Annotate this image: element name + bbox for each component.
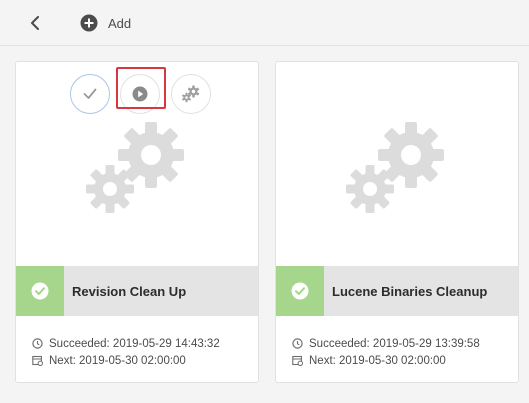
- run-button[interactable]: [120, 74, 160, 114]
- add-button[interactable]: Add: [80, 11, 131, 35]
- status-indicator: [276, 266, 324, 316]
- next-text: Next: 2019-05-30 02:00:00: [49, 354, 186, 367]
- succeeded-row: Succeeded: 2019-05-29 13:39:58: [292, 335, 480, 352]
- next-row: Next: 2019-05-30 02:00:00: [32, 352, 220, 369]
- success-check-icon: [291, 282, 309, 300]
- plus-circle-icon: [80, 14, 98, 32]
- maintenance-card[interactable]: Lucene Binaries Cleanup Succeeded: 2019-…: [275, 61, 519, 383]
- configure-button[interactable]: [171, 74, 211, 114]
- gears-icon: [181, 85, 200, 103]
- card-title: Lucene Binaries Cleanup: [332, 283, 488, 299]
- play-icon: [132, 86, 148, 102]
- top-toolbar: Add: [0, 0, 529, 46]
- gears-icon: [86, 122, 184, 213]
- chevron-left-icon: [31, 16, 39, 30]
- succeeded-row: Succeeded: 2019-05-29 14:43:32: [32, 335, 220, 352]
- next-row: Next: 2019-05-30 02:00:00: [292, 352, 480, 369]
- calendar-clock-icon: [32, 355, 43, 366]
- card-title-bar[interactable]: Lucene Binaries Cleanup: [276, 266, 518, 316]
- success-check-icon: [31, 282, 49, 300]
- calendar-clock-icon: [292, 355, 303, 366]
- checkmark-icon: [83, 88, 97, 99]
- succeeded-text: Succeeded: 2019-05-29 13:39:58: [309, 337, 480, 350]
- clock-check-icon: [32, 338, 43, 349]
- add-label: Add: [108, 15, 132, 31]
- card-title: Revision Clean Up: [72, 283, 187, 299]
- card-meta: Succeeded: 2019-05-29 13:39:58 Next: 201…: [292, 335, 480, 369]
- clock-check-icon: [292, 338, 303, 349]
- gears-icon: [346, 122, 444, 213]
- select-button[interactable]: [70, 74, 110, 114]
- quick-actions: [70, 68, 216, 114]
- card-meta: Succeeded: 2019-05-29 14:43:32 Next: 201…: [32, 335, 220, 369]
- back-button[interactable]: [24, 11, 48, 35]
- next-text: Next: 2019-05-30 02:00:00: [309, 354, 446, 367]
- status-indicator: [16, 266, 64, 316]
- succeeded-text: Succeeded: 2019-05-29 14:43:32: [49, 337, 220, 350]
- card-title-bar[interactable]: Revision Clean Up: [16, 266, 258, 316]
- maintenance-card[interactable]: Revision Clean Up Succeeded: 2019-05-29 …: [15, 61, 259, 383]
